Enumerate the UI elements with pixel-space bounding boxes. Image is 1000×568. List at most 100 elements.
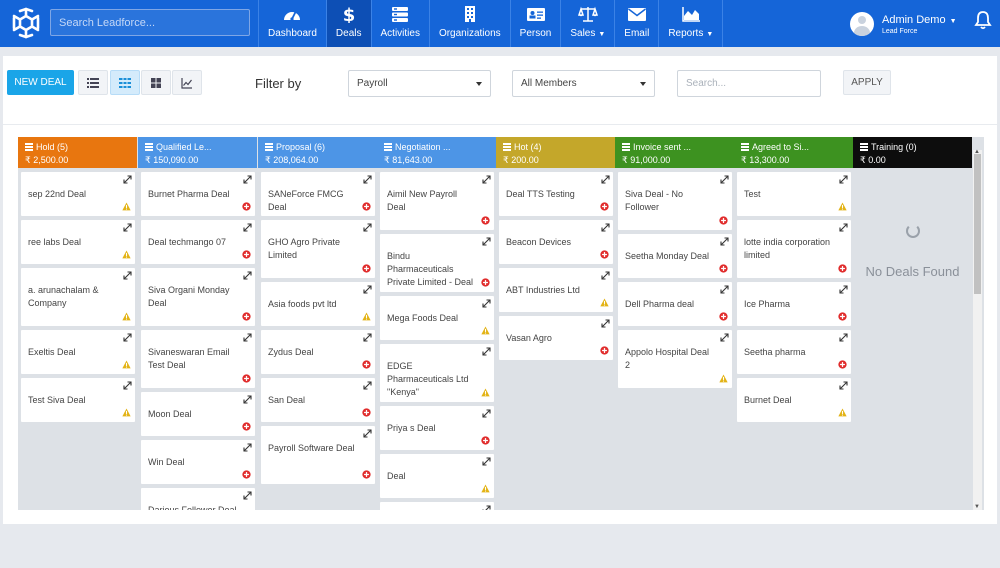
expand-icon[interactable] — [243, 443, 252, 452]
expand-icon[interactable] — [839, 381, 848, 390]
grid-view-button[interactable] — [141, 70, 171, 95]
deal-card[interactable]: ABT Industries Ltd — [499, 268, 613, 312]
stage-header[interactable]: Hot (4) ₹ 200.00 — [496, 137, 615, 168]
nav-organizations[interactable]: Organizations — [428, 0, 510, 47]
nav-email[interactable]: Email — [614, 0, 658, 47]
stage-header[interactable]: Hold (5) ₹ 2,500.00 — [18, 137, 137, 168]
nav-person[interactable]: Person — [509, 0, 561, 47]
board-scrollbar[interactable]: ▲ ▼ — [973, 149, 982, 510]
expand-icon[interactable] — [243, 271, 252, 280]
deal-card[interactable]: Bindu Pharmaceuticals Private Limited - … — [380, 234, 494, 292]
expand-icon[interactable] — [720, 237, 729, 246]
expand-icon[interactable] — [123, 223, 132, 232]
stage-header[interactable]: Qualified Le... ₹ 150,090.00 — [138, 137, 257, 168]
deal-card[interactable]: Moon Deal — [141, 392, 255, 436]
deal-card[interactable]: Sivaneswaran Email Test Deal — [141, 330, 255, 388]
expand-icon[interactable] — [482, 505, 491, 510]
nav-activities[interactable]: Activities — [370, 0, 429, 47]
nav-sales[interactable]: Sales ▼ — [560, 0, 614, 47]
deal-card[interactable]: Asia foods pvt ltd — [261, 282, 375, 326]
expand-icon[interactable] — [839, 175, 848, 184]
deal-card[interactable]: Test — [737, 172, 851, 216]
stage-header[interactable]: Proposal (6) ₹ 208,064.00 — [258, 137, 377, 168]
expand-icon[interactable] — [243, 491, 252, 500]
stage-header[interactable]: Negotiation ... ₹ 81,643.00 — [377, 137, 496, 168]
nav-deals[interactable]: $ Deals — [325, 0, 371, 47]
expand-icon[interactable] — [482, 237, 491, 246]
deal-card[interactable]: Exeltis Deal — [21, 330, 135, 374]
deal-card[interactable]: Seetha Monday Deal — [618, 234, 732, 278]
expand-icon[interactable] — [839, 333, 848, 342]
deal-card[interactable]: lotte india corporation limited — [737, 220, 851, 278]
expand-icon[interactable] — [363, 381, 372, 390]
expand-icon[interactable] — [243, 395, 252, 404]
expand-icon[interactable] — [243, 223, 252, 232]
expand-icon[interactable] — [601, 271, 610, 280]
deal-card[interactable]: Vasan Agro — [499, 316, 613, 360]
expand-icon[interactable] — [720, 285, 729, 294]
deal-card[interactable]: Darious Follower Deal — [141, 488, 255, 510]
deal-card[interactable]: Deal TTS Testing — [499, 172, 613, 216]
scrollbar-thumb[interactable] — [974, 154, 981, 294]
deal-card[interactable]: Beacon Devices — [499, 220, 613, 264]
deal-card[interactable]: abt — [380, 502, 494, 510]
deal-card[interactable]: SANeForce FMCG Deal — [261, 172, 375, 216]
deal-card[interactable]: a. arunachalam & Company — [21, 268, 135, 326]
deal-card[interactable]: GHO Agro Private Limited — [261, 220, 375, 278]
pipeline-select[interactable]: Payroll — [348, 70, 491, 97]
expand-icon[interactable] — [601, 319, 610, 328]
deal-card[interactable]: Siva Organi Monday Deal — [141, 268, 255, 326]
deal-card[interactable]: Aimil New Payroll Deal — [380, 172, 494, 230]
expand-icon[interactable] — [601, 175, 610, 184]
deal-card[interactable]: Appolo Hospital Deal 2 — [618, 330, 732, 388]
deal-card[interactable]: San Deal — [261, 378, 375, 422]
expand-icon[interactable] — [839, 223, 848, 232]
expand-icon[interactable] — [601, 223, 610, 232]
stage-header[interactable]: Invoice sent ... ₹ 91,000.00 — [615, 137, 734, 168]
nav-dashboard[interactable]: Dashboard — [258, 0, 326, 47]
deal-card[interactable]: Dell Pharma deal — [618, 282, 732, 326]
deal-card[interactable]: Priya s Deal — [380, 406, 494, 450]
deal-card[interactable]: Burnet Pharma Deal — [141, 172, 255, 216]
expand-icon[interactable] — [363, 333, 372, 342]
kanban-view-button[interactable] — [110, 70, 140, 95]
deal-card[interactable]: EDGE Pharmaceuticals Ltd "Kenya" — [380, 344, 494, 402]
deal-card[interactable]: Payroll Software Deal — [261, 426, 375, 484]
stage-header[interactable]: Agreed to Si... ₹ 13,300.00 — [734, 137, 853, 168]
deal-card[interactable]: Deal techmango 07 — [141, 220, 255, 264]
list-view-button[interactable] — [78, 70, 108, 95]
user-menu[interactable]: Admin Demo ▼ Lead Force — [850, 9, 957, 39]
global-search-input[interactable] — [50, 9, 250, 36]
deal-card[interactable]: Test Siva Deal — [21, 378, 135, 422]
deal-card[interactable]: ree labs Deal — [21, 220, 135, 264]
deal-card[interactable]: Seetha pharma — [737, 330, 851, 374]
expand-icon[interactable] — [123, 271, 132, 280]
expand-icon[interactable] — [482, 347, 491, 356]
expand-icon[interactable] — [363, 175, 372, 184]
new-deal-button[interactable]: NEW DEAL — [7, 70, 74, 95]
forecast-view-button[interactable] — [172, 70, 202, 95]
expand-icon[interactable] — [123, 381, 132, 390]
expand-icon[interactable] — [243, 175, 252, 184]
expand-icon[interactable] — [839, 285, 848, 294]
expand-icon[interactable] — [243, 333, 252, 342]
stage-header[interactable]: Training (0) ₹ 0.00 — [853, 137, 972, 168]
deal-card[interactable]: Win Deal — [141, 440, 255, 484]
deal-card[interactable]: Deal — [380, 454, 494, 498]
expand-icon[interactable] — [123, 333, 132, 342]
deal-card[interactable]: Ice Pharma — [737, 282, 851, 326]
expand-icon[interactable] — [123, 175, 132, 184]
deal-card[interactable]: Burnet Deal — [737, 378, 851, 422]
expand-icon[interactable] — [720, 175, 729, 184]
expand-icon[interactable] — [720, 333, 729, 342]
expand-icon[interactable] — [363, 429, 372, 438]
deal-search-input[interactable] — [677, 70, 821, 97]
deal-card[interactable]: Mega Foods Deal — [380, 296, 494, 340]
members-select[interactable]: All Members — [512, 70, 655, 97]
bell-icon[interactable] — [974, 10, 992, 30]
expand-icon[interactable] — [482, 409, 491, 418]
nav-reports[interactable]: Reports ▼ — [658, 0, 724, 47]
expand-icon[interactable] — [363, 285, 372, 294]
expand-icon[interactable] — [363, 223, 372, 232]
expand-icon[interactable] — [482, 299, 491, 308]
